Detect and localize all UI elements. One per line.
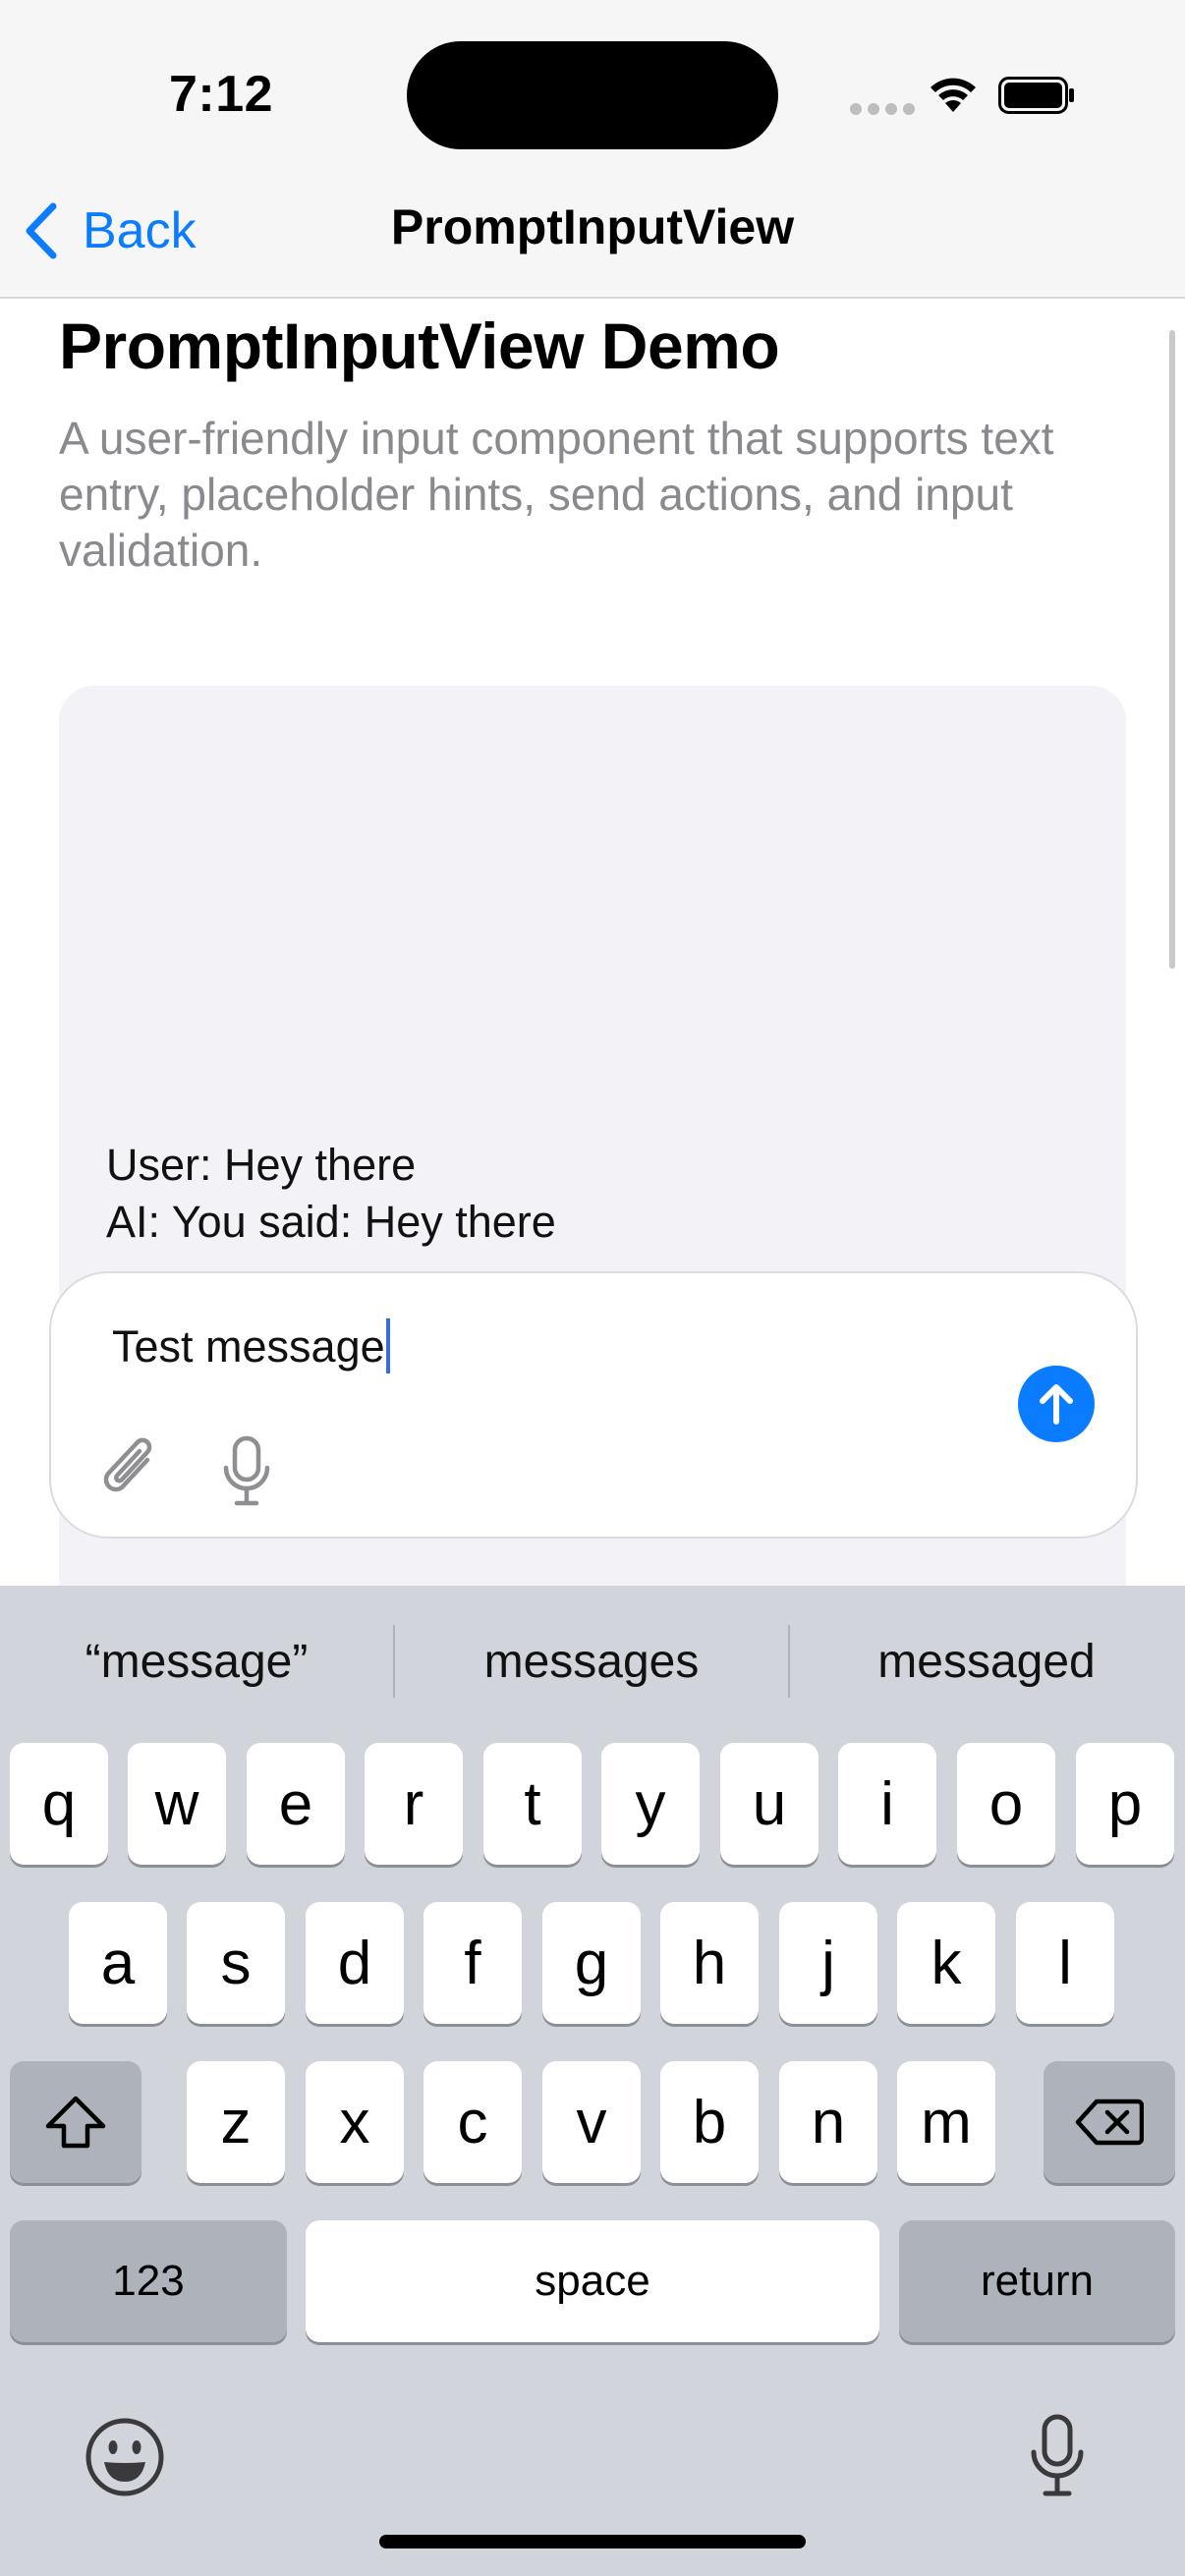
key-v[interactable]: v — [542, 2061, 641, 2183]
chat-message-ai: AI: You said: Hey there — [106, 1197, 556, 1247]
key-d[interactable]: d — [306, 1902, 404, 2024]
key-r[interactable]: r — [365, 1743, 463, 1865]
key-t[interactable]: t — [483, 1743, 582, 1865]
key-w[interactable]: w — [128, 1743, 226, 1865]
key-k[interactable]: k — [897, 1902, 995, 2024]
scroll-indicator[interactable] — [1169, 330, 1175, 969]
key-y[interactable]: y — [601, 1743, 700, 1865]
numbers-key[interactable]: 123 — [10, 2220, 287, 2342]
nav-title: PromptInputView — [390, 199, 795, 254]
send-arrow-icon — [1040, 1384, 1073, 1425]
chat-message-user: User: Hey there — [106, 1140, 417, 1190]
key-z[interactable]: z — [187, 2061, 285, 2183]
wifi-icon — [931, 78, 976, 112]
key-e[interactable]: e — [247, 1743, 345, 1865]
shift-arrow-icon — [45, 2096, 106, 2149]
battery-icon — [998, 77, 1074, 114]
shift-key[interactable] — [10, 2061, 141, 2183]
key-c[interactable]: c — [423, 2061, 522, 2183]
key-s[interactable]: s — [187, 1902, 285, 2024]
prompt-input-field[interactable]: Test message — [112, 1318, 390, 1373]
system-keyboard: “message” messages messaged q w e r t y … — [0, 1586, 1185, 2576]
space-key[interactable]: space — [306, 2220, 879, 2342]
emoji-icon[interactable] — [85, 2417, 165, 2497]
page-description: A user-friendly input component that sup… — [59, 413, 1054, 576]
send-button[interactable] — [1018, 1366, 1095, 1442]
key-p[interactable]: p — [1076, 1743, 1174, 1865]
prompt-input-card: Test message — [49, 1271, 1138, 1539]
dynamic-island — [407, 41, 778, 149]
key-m[interactable]: m — [897, 2061, 995, 2183]
prompt-input-value: Test message — [112, 1321, 385, 1372]
key-j[interactable]: j — [779, 1902, 877, 2024]
backspace-icon — [1075, 2099, 1144, 2146]
status-time: 7:12 — [169, 66, 274, 123]
return-key[interactable]: return — [899, 2220, 1175, 2342]
key-q[interactable]: q — [10, 1743, 108, 1865]
microphone-icon[interactable] — [220, 1434, 273, 1509]
key-x[interactable]: x — [306, 2061, 404, 2183]
key-h[interactable]: h — [660, 1902, 759, 2024]
top-bar: 7:12 Back PromptInputView — [0, 0, 1185, 299]
paperclip-icon[interactable] — [96, 1430, 165, 1505]
key-u[interactable]: u — [720, 1743, 818, 1865]
key-o[interactable]: o — [957, 1743, 1055, 1865]
suggestion-1[interactable]: “message” — [0, 1586, 393, 1737]
key-l[interactable]: l — [1016, 1902, 1114, 2024]
home-indicator[interactable] — [379, 2535, 806, 2548]
text-caret — [385, 1318, 390, 1373]
key-f[interactable]: f — [423, 1902, 522, 2024]
key-a[interactable]: a — [69, 1902, 167, 2024]
key-b[interactable]: b — [660, 2061, 759, 2183]
key-g[interactable]: g — [542, 1902, 641, 2024]
delete-key[interactable] — [1044, 2061, 1175, 2183]
suggestion-3[interactable]: messaged — [790, 1586, 1183, 1737]
key-i[interactable]: i — [838, 1743, 936, 1865]
page-title: PromptInputView Demo — [59, 309, 780, 382]
suggestion-2[interactable]: messages — [395, 1586, 788, 1737]
cellular-dots-icon — [850, 102, 921, 120]
dictation-mic-icon[interactable] — [1028, 2413, 1087, 2499]
key-n[interactable]: n — [779, 2061, 877, 2183]
